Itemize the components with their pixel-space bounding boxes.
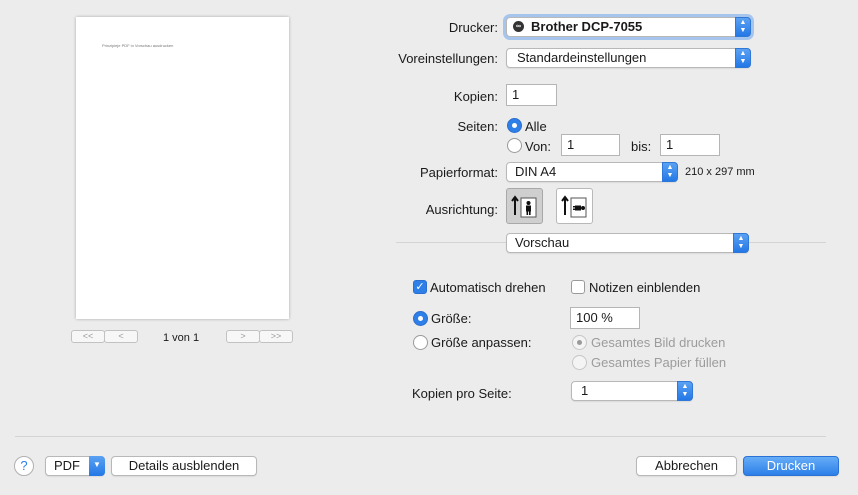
cancel-button[interactable]: Abbrechen <box>636 456 737 476</box>
landscape-orientation-icon <box>561 195 587 218</box>
paper-label: Papierformat: <box>419 165 498 180</box>
copies-label: Kopien: <box>453 89 498 104</box>
footer-divider <box>15 436 826 437</box>
orientation-label: Ausrichtung: <box>425 202 498 217</box>
pages-from-label: Von: <box>525 139 552 154</box>
help-button[interactable]: ? <box>14 456 34 476</box>
paper-size-text: 210 x 297 mm <box>685 166 755 178</box>
orientation-portrait-button[interactable] <box>506 188 543 224</box>
next-page-button[interactable]: > <box>226 330 260 343</box>
app-section-select[interactable]: Vorschau ▲ ▼ <box>506 233 749 253</box>
pages-to-input[interactable]: 1 <box>660 134 720 156</box>
auto-rotate-label: Automatisch drehen <box>430 280 546 295</box>
print-button[interactable]: Drucken <box>743 456 839 476</box>
chevron-updown-icon: ▲ ▼ <box>733 233 749 253</box>
paper-value: DIN A4 <box>515 164 557 179</box>
pages-all-radio[interactable] <box>507 118 522 133</box>
previous-page-button[interactable]: < <box>104 330 138 343</box>
portrait-orientation-icon <box>511 195 537 218</box>
pages-per-sheet-label: Kopien pro Seite: <box>412 386 512 401</box>
printer-label: Drucker: <box>448 20 498 35</box>
preview-page-text: Prinzipleje PDF in Vorschau ausdrucken <box>102 43 174 48</box>
app-section-value: Vorschau <box>515 235 570 250</box>
print-whole-image-radio[interactable] <box>572 335 587 350</box>
pages-per-sheet-value: 1 <box>581 383 589 398</box>
pdf-label: PDF <box>54 458 80 473</box>
page-counter: 1 von 1 <box>163 332 200 344</box>
hide-details-button[interactable]: Details ausblenden <box>111 456 257 476</box>
first-page-button[interactable]: << <box>71 330 105 343</box>
auto-rotate-checkbox[interactable]: ✓ <box>413 280 427 294</box>
pages-all-label: Alle <box>525 119 547 134</box>
fit-label: Größe anpassen: <box>431 335 532 350</box>
chevron-down-icon: ▼ <box>89 456 105 476</box>
presets-label: Voreinstellungen: <box>398 51 498 66</box>
chevron-updown-icon: ▲ ▼ <box>735 48 751 68</box>
fill-whole-paper-label: Gesamtes Papier füllen <box>591 355 727 370</box>
fill-whole-paper-radio[interactable] <box>572 355 587 370</box>
size-radio[interactable] <box>413 311 428 326</box>
pages-per-sheet-select[interactable]: 1 ▲ ▼ <box>571 381 693 401</box>
pdf-menu-button[interactable]: PDF ▼ <box>45 456 105 476</box>
orientation-landscape-button[interactable] <box>556 188 593 224</box>
presets-select[interactable]: Standardeinstellungen ▲ ▼ <box>506 48 751 68</box>
page-preview: Prinzipleje PDF in Vorschau ausdrucken <box>76 17 289 319</box>
pages-from-input[interactable]: 1 <box>561 134 620 156</box>
pages-range-radio[interactable] <box>507 138 522 153</box>
chevron-updown-icon: ▲ ▼ <box>735 17 751 37</box>
copies-input[interactable]: 1 <box>506 84 557 106</box>
printer-select[interactable]: ∞ Brother DCP-7055 ▲ ▼ <box>506 17 751 37</box>
fit-radio[interactable] <box>413 335 428 350</box>
pages-to-label: bis: <box>631 139 652 154</box>
paper-select[interactable]: DIN A4 ▲ ▼ <box>506 162 678 182</box>
presets-value: Standardeinstellungen <box>517 50 647 65</box>
printer-value: Brother DCP-7055 <box>531 19 643 34</box>
size-input[interactable]: 100 % <box>570 307 640 329</box>
last-page-button[interactable]: >> <box>259 330 293 343</box>
size-label: Größe: <box>431 311 472 326</box>
printer-icon: ∞ <box>513 21 524 32</box>
print-whole-image-label: Gesamtes Bild drucken <box>591 335 726 350</box>
show-notes-label: Notizen einblenden <box>589 280 701 295</box>
chevron-updown-icon: ▲ ▼ <box>677 381 693 401</box>
show-notes-checkbox[interactable] <box>571 280 585 294</box>
chevron-updown-icon: ▲ ▼ <box>662 162 678 182</box>
pages-label: Seiten: <box>457 119 498 134</box>
